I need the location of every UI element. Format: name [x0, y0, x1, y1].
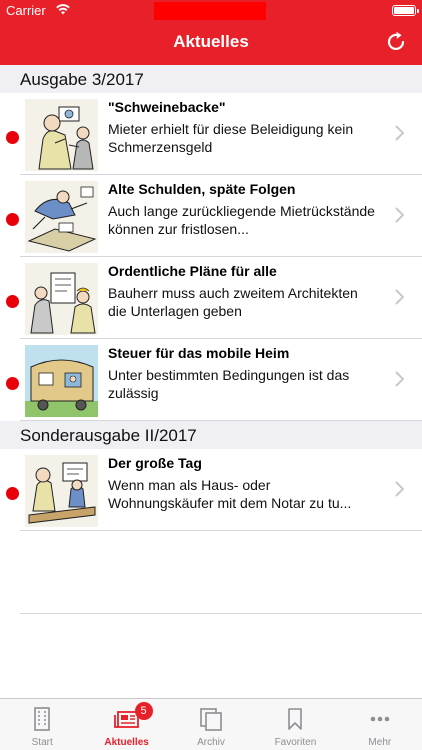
chevron-right-icon: [395, 371, 404, 387]
building-icon: [34, 707, 51, 731]
stacked-pages-icon: [200, 708, 222, 731]
article-subtitle: Unter bestimmten Bedingungen ist das zul…: [108, 367, 350, 401]
page-title: Aktuelles: [173, 32, 249, 51]
tab-label: Aktuelles: [104, 737, 149, 748]
tab-archiv[interactable]: Archiv: [169, 699, 253, 750]
wifi-icon: [56, 4, 70, 15]
tab-bar: Start 5 Aktuelles Archiv Favoriten Mehr: [0, 698, 422, 750]
article-subtitle: Bauherr muss auch zweitem Architekten di…: [108, 285, 358, 319]
unread-dot: [6, 377, 19, 390]
article-thumbnail: [25, 345, 98, 417]
list-item[interactable]: Der große Tag Wenn man als Haus- oder Wo…: [0, 449, 422, 531]
unread-dot: [6, 295, 19, 308]
tab-label: Archiv: [197, 737, 225, 748]
article-title: Alte Schulden, späte Folgen: [108, 181, 296, 197]
carrier-label: Carrier: [6, 3, 46, 18]
chevron-right-icon: [395, 289, 404, 305]
section-header-sonderausgabe-ii-2017: Sonderausgabe II/2017: [0, 421, 422, 449]
article-title: "Schweinebacke": [108, 99, 226, 115]
bookmark-icon: [288, 708, 303, 730]
list-item[interactable]: Alte Schulden, späte Folgen Auch lange z…: [0, 175, 422, 257]
tab-label: Start: [31, 737, 53, 748]
article-list: Ausgabe 3/2017 "Schweinebacke" Mieter er…: [0, 65, 422, 698]
tab-start[interactable]: Start: [0, 699, 84, 750]
unread-dot: [6, 131, 19, 144]
list-item[interactable]: Ordentliche Pläne für alle Bauherr muss …: [0, 257, 422, 339]
status-time-redacted: [154, 2, 266, 20]
article-thumbnail: [25, 455, 98, 527]
article-thumbnail: [25, 99, 98, 171]
tab-aktuelles[interactable]: 5 Aktuelles: [84, 699, 168, 750]
more-dots-icon: [370, 716, 390, 722]
navigation-bar: Aktuelles: [0, 20, 422, 65]
chevron-right-icon: [395, 125, 404, 141]
tab-mehr[interactable]: Mehr: [338, 699, 422, 750]
article-subtitle: Auch lange zurückliegende Mietrückstände…: [108, 203, 375, 237]
section-header-ausgabe-3-2017: Ausgabe 3/2017: [0, 65, 422, 93]
list-item[interactable]: "Schweinebacke" Mieter erhielt für diese…: [0, 93, 422, 175]
article-thumbnail: [25, 263, 98, 335]
chevron-right-icon: [395, 481, 404, 497]
chevron-right-icon: [395, 207, 404, 223]
tab-badge: 5: [134, 702, 153, 720]
article-title: Steuer für das mobile Heim: [108, 345, 290, 361]
battery-icon: [392, 5, 419, 16]
unread-dot: [6, 213, 19, 226]
article-title: Der große Tag: [108, 455, 202, 471]
article-thumbnail: [25, 181, 98, 253]
article-title: Ordentliche Pläne für alle: [108, 263, 277, 279]
article-subtitle: Wenn man als Haus- oder Wohnungskäufer m…: [108, 477, 352, 511]
tab-label: Favoriten: [274, 737, 317, 748]
status-bar: Carrier: [0, 0, 422, 20]
tab-favoriten[interactable]: Favoriten: [253, 699, 337, 750]
tab-label: Mehr: [368, 737, 392, 748]
refresh-icon[interactable]: [384, 30, 408, 54]
unread-dot: [6, 487, 19, 500]
list-item[interactable]: Steuer für das mobile Heim Unter bestimm…: [0, 339, 422, 421]
empty-list-area: [0, 531, 422, 614]
article-subtitle: Mieter erhielt für diese Beleidigung kei…: [108, 121, 354, 155]
